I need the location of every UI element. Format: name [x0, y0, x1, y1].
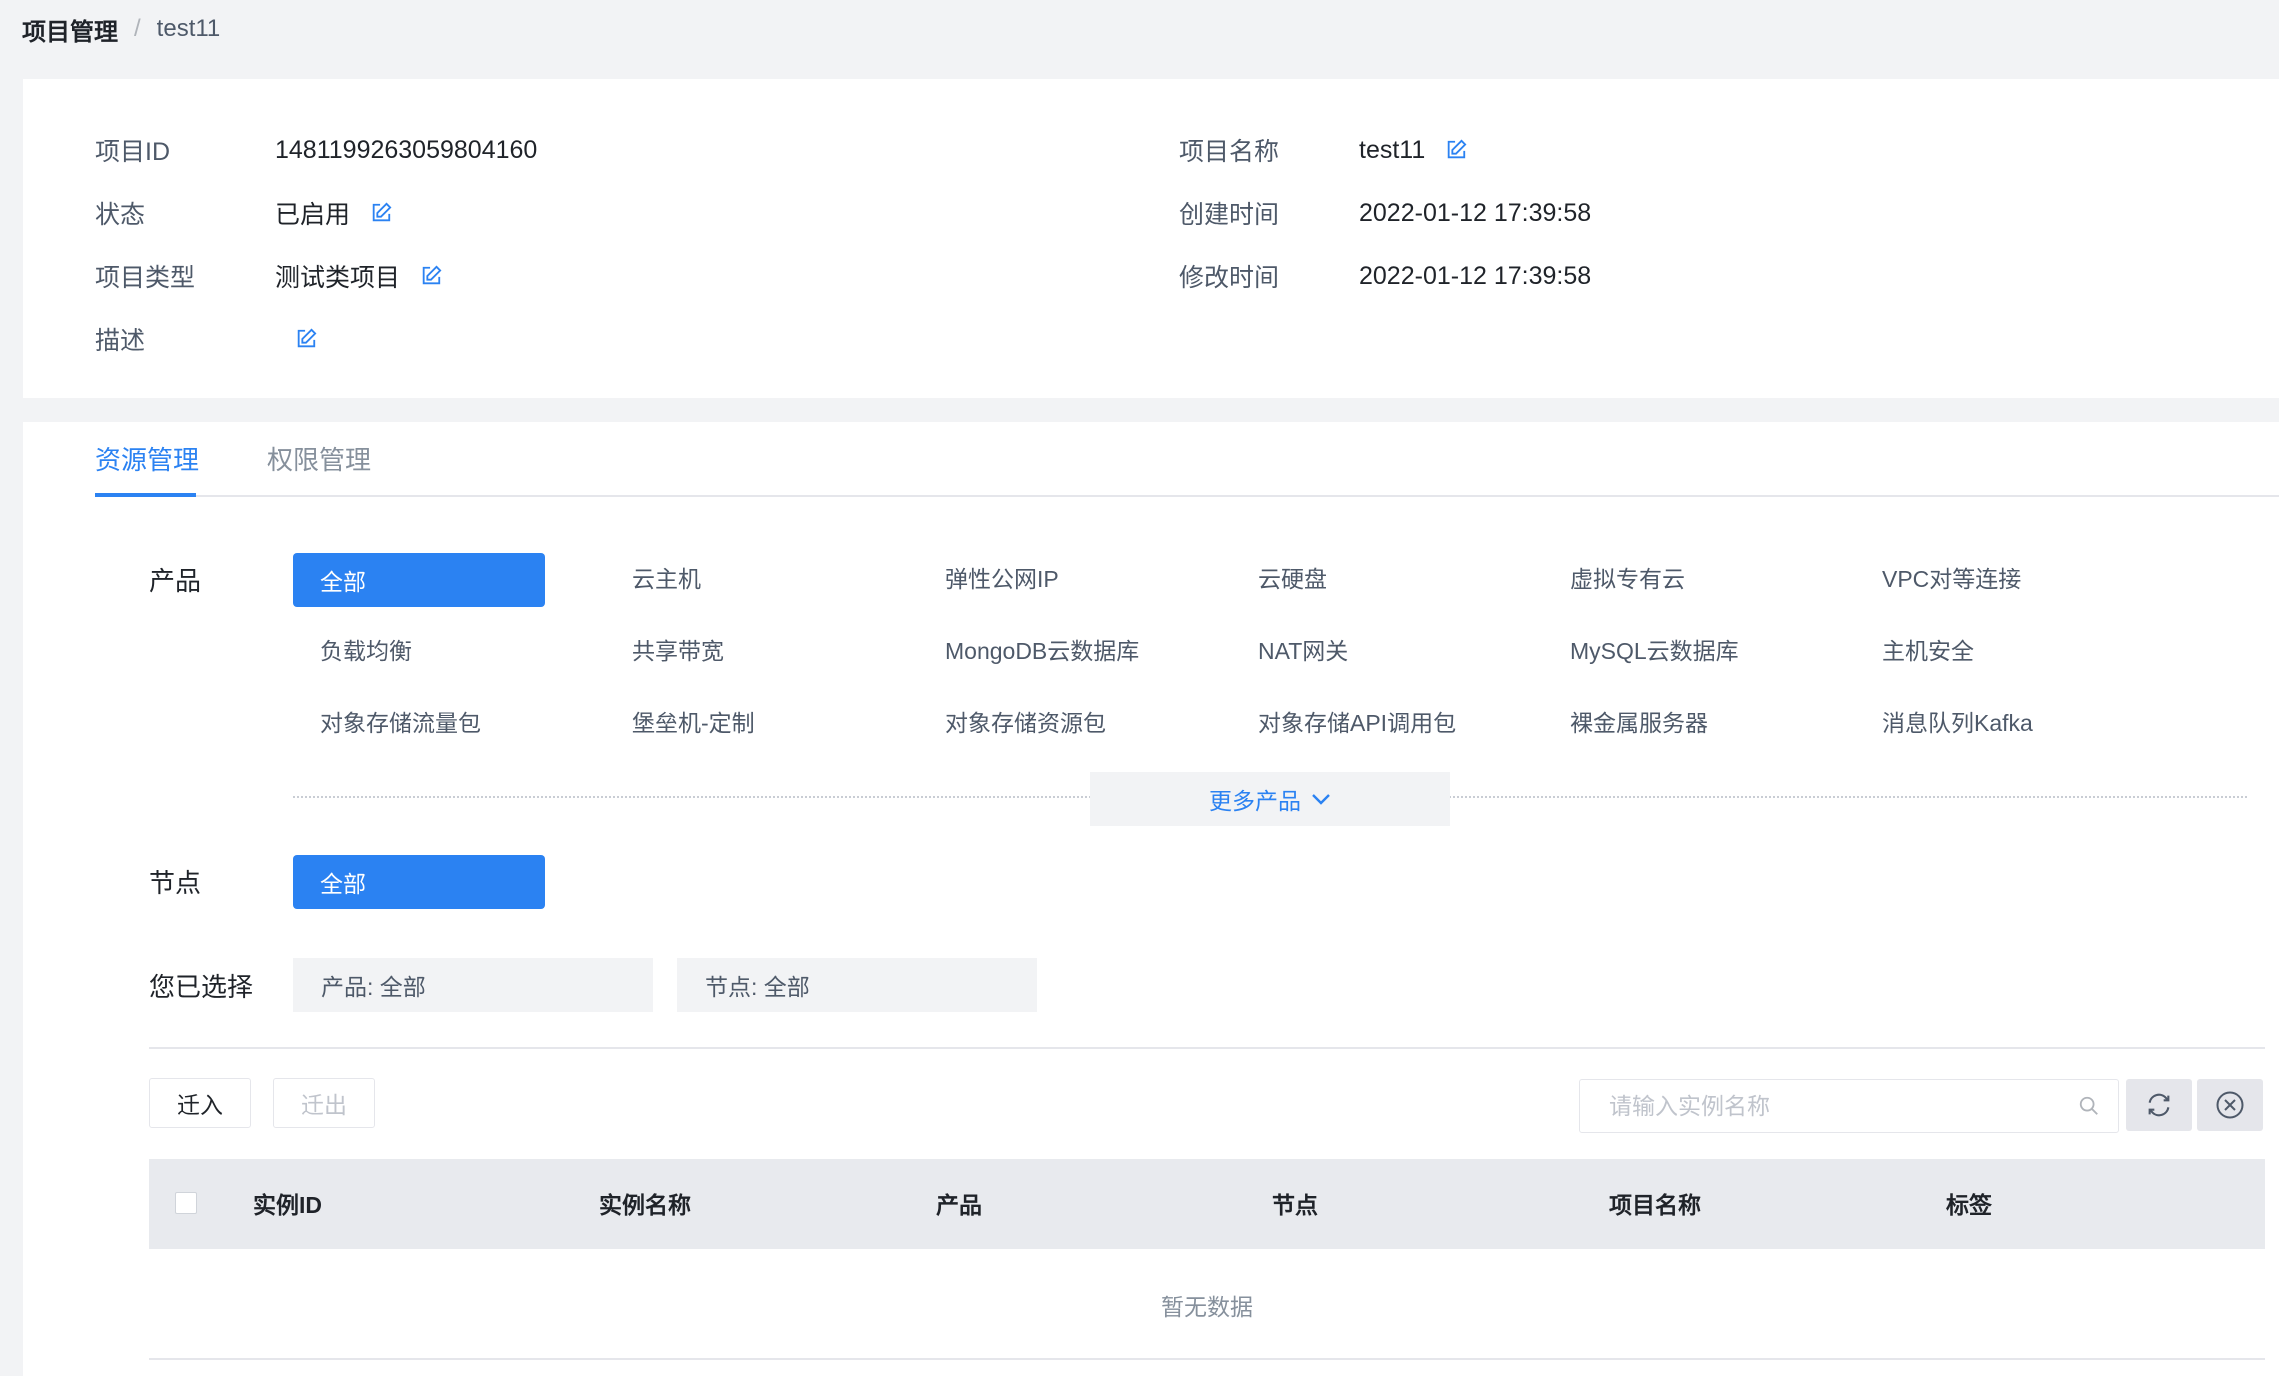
product-option[interactable]: 虚拟专有云 [1570, 561, 1685, 597]
breadcrumb-current: test11 [156, 15, 221, 42]
move-out-button[interactable]: 迁出 [273, 1078, 375, 1128]
project-id-row: 项目ID [95, 132, 170, 168]
product-option[interactable]: 弹性公网IP [945, 561, 1059, 597]
node-filter-label: 节点 [149, 868, 202, 898]
created-label: 创建时间 [1179, 201, 1280, 229]
instance-search-box [1579, 1079, 2119, 1133]
tabs-divider [95, 495, 2279, 497]
desc-label: 描述 [95, 327, 146, 355]
clear-button[interactable] [2197, 1079, 2263, 1131]
product-option[interactable]: 负载均衡 [320, 633, 412, 669]
project-id-value: 1481199263059804160 [275, 135, 538, 164]
node-chip-all[interactable]: 全部 [293, 855, 545, 909]
breadcrumb-root[interactable]: 项目管理 [22, 12, 118, 47]
product-option[interactable]: 堡垒机-定制 [632, 705, 755, 741]
close-circle-icon [2216, 1091, 2244, 1119]
modified-label: 修改时间 [1179, 264, 1280, 292]
product-option[interactable]: 对象存储资源包 [945, 705, 1106, 741]
project-id-label: 项目ID [95, 138, 171, 166]
product-option[interactable]: NAT网关 [1258, 633, 1348, 669]
edit-name-icon[interactable] [1445, 139, 1467, 161]
product-filter-label: 产品 [149, 566, 202, 596]
table-bottom-border [149, 1358, 2265, 1360]
column-header-product: 产品 [936, 1192, 982, 1218]
product-option[interactable]: 对象存储流量包 [320, 705, 481, 741]
modified-value: 2022-01-12 17:39:58 [1359, 261, 1592, 290]
product-option[interactable]: MySQL云数据库 [1570, 633, 1739, 669]
column-header-instance-name: 实例名称 [599, 1192, 691, 1218]
column-header-project-name: 项目名称 [1609, 1192, 1701, 1218]
type-label: 项目类型 [95, 264, 196, 292]
status-label: 状态 [95, 201, 146, 229]
chevron-down-icon [1312, 794, 1330, 805]
chosen-node-chip[interactable]: 节点: 全部 [677, 958, 1037, 1012]
column-header-instance-id: 实例ID [253, 1192, 322, 1218]
product-option[interactable]: 共享带宽 [632, 633, 724, 669]
refresh-icon [2148, 1093, 2170, 1117]
product-option[interactable]: 云硬盘 [1258, 561, 1327, 597]
search-icon[interactable] [2078, 1095, 2100, 1117]
breadcrumb: 项目管理 / test11 [22, 12, 220, 46]
tab-permission-management[interactable]: 权限管理 [267, 440, 371, 480]
product-option[interactable]: 云主机 [632, 561, 701, 597]
move-in-button[interactable]: 迁入 [149, 1078, 251, 1128]
status-value: 已启用 [275, 201, 351, 229]
chosen-label: 您已选择 [149, 972, 254, 1002]
product-option[interactable]: 消息队列Kafka [1882, 705, 2033, 741]
select-all-checkbox[interactable] [175, 1192, 197, 1214]
product-option[interactable]: 裸金属服务器 [1570, 705, 1708, 741]
product-option[interactable]: 主机安全 [1882, 633, 1974, 669]
created-value: 2022-01-12 17:39:58 [1359, 198, 1592, 227]
edit-desc-icon[interactable] [295, 328, 317, 350]
name-label: 项目名称 [1179, 138, 1280, 166]
instance-search-input[interactable] [1607, 1091, 2051, 1121]
empty-state-text: 暂无数据 [1161, 1294, 1253, 1320]
more-products-label: 更多产品 [1209, 788, 1301, 814]
project-info-card [23, 79, 2279, 398]
column-header-node: 节点 [1272, 1192, 1318, 1218]
edit-type-icon[interactable] [420, 265, 442, 287]
more-products-button[interactable]: 更多产品 [1090, 772, 1450, 826]
tab-resource-management[interactable]: 资源管理 [95, 440, 199, 480]
column-header-tags: 标签 [1946, 1192, 1992, 1218]
active-tab-indicator [95, 493, 196, 497]
section-divider [149, 1047, 2265, 1049]
product-chip-all[interactable]: 全部 [293, 553, 545, 607]
product-option[interactable]: MongoDB云数据库 [945, 633, 1139, 669]
breadcrumb-separator: / [134, 15, 141, 42]
chosen-product-chip[interactable]: 产品: 全部 [293, 958, 653, 1012]
name-value: test11 [1359, 135, 1426, 164]
product-option[interactable]: 对象存储API调用包 [1258, 705, 1456, 741]
type-value: 测试类项目 [275, 264, 401, 292]
refresh-button[interactable] [2126, 1079, 2192, 1131]
edit-status-icon[interactable] [370, 202, 392, 224]
product-option[interactable]: VPC对等连接 [1882, 561, 2021, 597]
